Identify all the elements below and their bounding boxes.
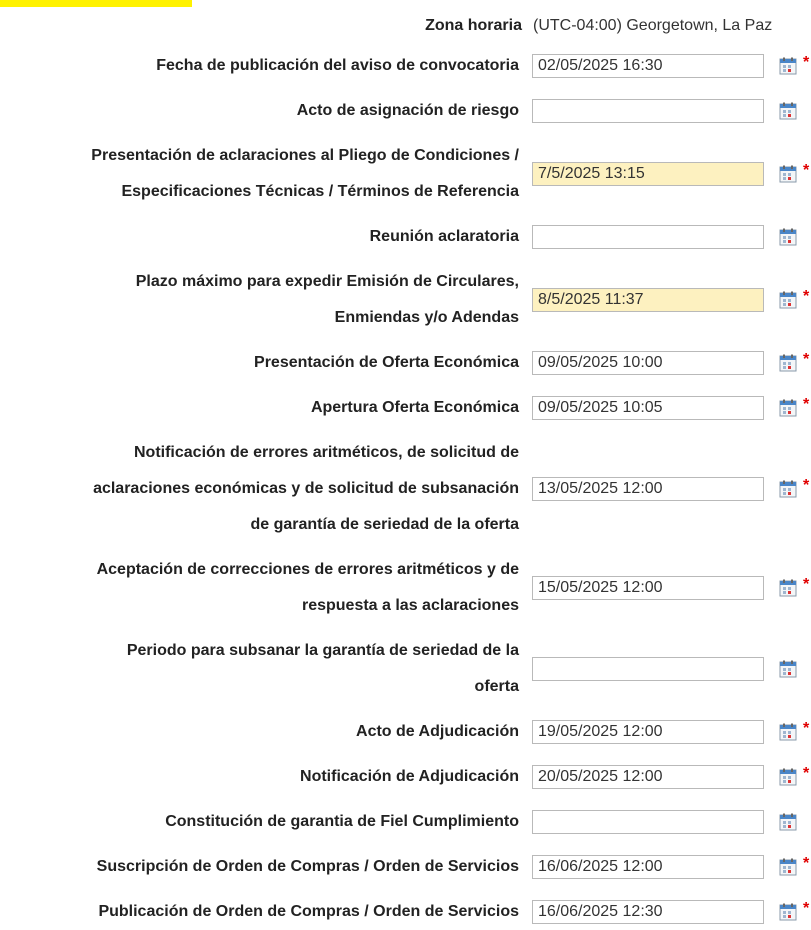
- field-label: Periodo para subsanar la garantía de ser…: [127, 633, 519, 705]
- date-time-input[interactable]: [532, 855, 764, 879]
- field-label-line: Presentación de aclaraciones al Pliego d…: [91, 147, 519, 164]
- calendar-icon[interactable]: [779, 228, 797, 246]
- calendar-icon[interactable]: [779, 102, 797, 120]
- field-label: Acto de Adjudicación: [356, 714, 519, 750]
- form-row: Apertura Oferta Económica *: [0, 390, 811, 426]
- form-row: Plazo máximo para expedir Emisión de Cir…: [0, 264, 811, 336]
- required-asterisk: *: [803, 162, 810, 179]
- field-label: Notificación de Adjudicación: [300, 759, 519, 795]
- calendar-icon[interactable]: [779, 768, 797, 786]
- required-asterisk: *: [803, 288, 810, 305]
- form-row: Reunión aclaratoria: [0, 219, 811, 255]
- calendar-icon[interactable]: [779, 858, 797, 876]
- field-label: Aceptación de correcciones de errores ar…: [97, 552, 519, 624]
- field-label: Suscripción de Orden de Compras / Orden …: [97, 849, 519, 885]
- field-label: Apertura Oferta Económica: [311, 390, 519, 426]
- required-asterisk: *: [803, 351, 810, 368]
- header-accent-bar: [0, 0, 192, 7]
- field-label-line: respuesta a las aclaraciones: [301, 597, 519, 614]
- timezone-label: Zona horaria: [425, 17, 522, 34]
- field-label: Plazo máximo para expedir Emisión de Cir…: [136, 264, 519, 336]
- field-label: Presentación de aclaraciones al Pliego d…: [91, 138, 519, 210]
- calendar-icon[interactable]: [779, 165, 797, 183]
- field-label: Fecha de publicación del aviso de convoc…: [156, 48, 519, 84]
- date-time-input[interactable]: [532, 810, 764, 834]
- form-row: Presentación de Oferta Económica *: [0, 345, 811, 381]
- form-row: Fecha de publicación del aviso de convoc…: [0, 48, 811, 84]
- field-label-line: Aceptación de correcciones de errores ar…: [96, 561, 519, 578]
- field-label: Publicación de Orden de Compras / Orden …: [98, 894, 519, 930]
- form-row: Aceptación de correcciones de errores ar…: [0, 552, 811, 624]
- field-label-line: Apertura Oferta Económica: [310, 399, 519, 416]
- required-asterisk: *: [803, 855, 810, 872]
- field-label-line: Enmiendas y/o Adendas: [334, 309, 519, 326]
- calendar-icon[interactable]: [779, 903, 797, 921]
- form-row: Presentación de aclaraciones al Pliego d…: [0, 138, 811, 210]
- field-label: Constitución de garantia de Fiel Cumplim…: [165, 804, 519, 840]
- field-label-line: Notificación de errores aritméticos, de …: [134, 444, 519, 461]
- required-asterisk: *: [803, 477, 810, 494]
- field-label-line: Notificación de Adjudicación: [300, 768, 519, 785]
- date-time-input[interactable]: [532, 900, 764, 924]
- required-asterisk: *: [803, 396, 810, 413]
- field-label-line: Especificaciones Técnicas / Términos de …: [121, 183, 519, 200]
- form-row: Publicación de Orden de Compras / Orden …: [0, 894, 811, 930]
- calendar-icon[interactable]: [779, 579, 797, 597]
- date-time-input[interactable]: [532, 765, 764, 789]
- date-time-input[interactable]: [532, 396, 764, 420]
- field-label-line: Periodo para subsanar la garantía de ser…: [126, 642, 519, 659]
- field-label: Presentación de Oferta Económica: [254, 345, 519, 381]
- field-label-line: Acto de asignación de riesgo: [296, 102, 519, 119]
- calendar-icon[interactable]: [779, 354, 797, 372]
- field-label-line: Publicación de Orden de Compras / Orden …: [98, 903, 519, 920]
- timezone-row: Zona horaria (UTC-04:00) Georgetown, La …: [0, 12, 811, 42]
- required-asterisk: *: [803, 900, 810, 917]
- field-label-line: Plazo máximo para expedir Emisión de Cir…: [135, 273, 519, 290]
- date-time-input[interactable]: [532, 162, 764, 186]
- field-label-line: Reunión aclaratoria: [369, 228, 519, 245]
- required-asterisk: *: [803, 765, 810, 782]
- field-label: Reunión aclaratoria: [370, 219, 519, 255]
- field-label: Notificación de errores aritméticos, de …: [93, 435, 519, 543]
- calendar-icon[interactable]: [779, 813, 797, 831]
- date-time-input[interactable]: [532, 657, 764, 681]
- field-label-line: Fecha de publicación del aviso de convoc…: [156, 57, 519, 74]
- required-asterisk: *: [803, 54, 810, 71]
- calendar-icon[interactable]: [779, 480, 797, 498]
- form-row: Constitución de garantia de Fiel Cumplim…: [0, 804, 811, 840]
- field-label-line: de garantía de seriedad de la oferta: [250, 516, 519, 533]
- calendar-icon[interactable]: [779, 399, 797, 417]
- date-time-input[interactable]: [532, 99, 764, 123]
- date-time-input[interactable]: [532, 576, 764, 600]
- field-label: Acto de asignación de riesgo: [297, 93, 519, 129]
- form-row: Notificación de Adjudicación *: [0, 759, 811, 795]
- date-time-input[interactable]: [532, 720, 764, 744]
- form-row: Acto de Adjudicación *: [0, 714, 811, 750]
- form-row: Periodo para subsanar la garantía de ser…: [0, 633, 811, 705]
- required-asterisk: *: [803, 576, 810, 593]
- date-time-input[interactable]: [532, 288, 764, 312]
- date-time-input[interactable]: [532, 351, 764, 375]
- date-time-input[interactable]: [532, 477, 764, 501]
- field-label-line: Presentación de Oferta Económica: [254, 354, 519, 371]
- calendar-icon[interactable]: [779, 660, 797, 678]
- date-time-input[interactable]: [532, 225, 764, 249]
- required-asterisk: *: [803, 720, 810, 737]
- form-row: Acto de asignación de riesgo: [0, 93, 811, 129]
- form-row: Notificación de errores aritméticos, de …: [0, 435, 811, 543]
- timezone-value: (UTC-04:00) Georgetown, La Paz: [533, 17, 773, 34]
- field-label-line: Constitución de garantia de Fiel Cumplim…: [165, 813, 519, 830]
- field-label-line: aclaraciones económicas y de solicitud d…: [93, 480, 519, 497]
- calendar-icon[interactable]: [779, 723, 797, 741]
- field-label-line: Suscripción de Orden de Compras / Orden …: [96, 858, 519, 875]
- calendar-icon[interactable]: [779, 291, 797, 309]
- date-time-input[interactable]: [532, 54, 764, 78]
- field-label-line: oferta: [474, 678, 519, 695]
- field-label-line: Acto de Adjudicación: [356, 723, 519, 740]
- form-row: Suscripción de Orden de Compras / Orden …: [0, 849, 811, 885]
- calendar-icon[interactable]: [779, 57, 797, 75]
